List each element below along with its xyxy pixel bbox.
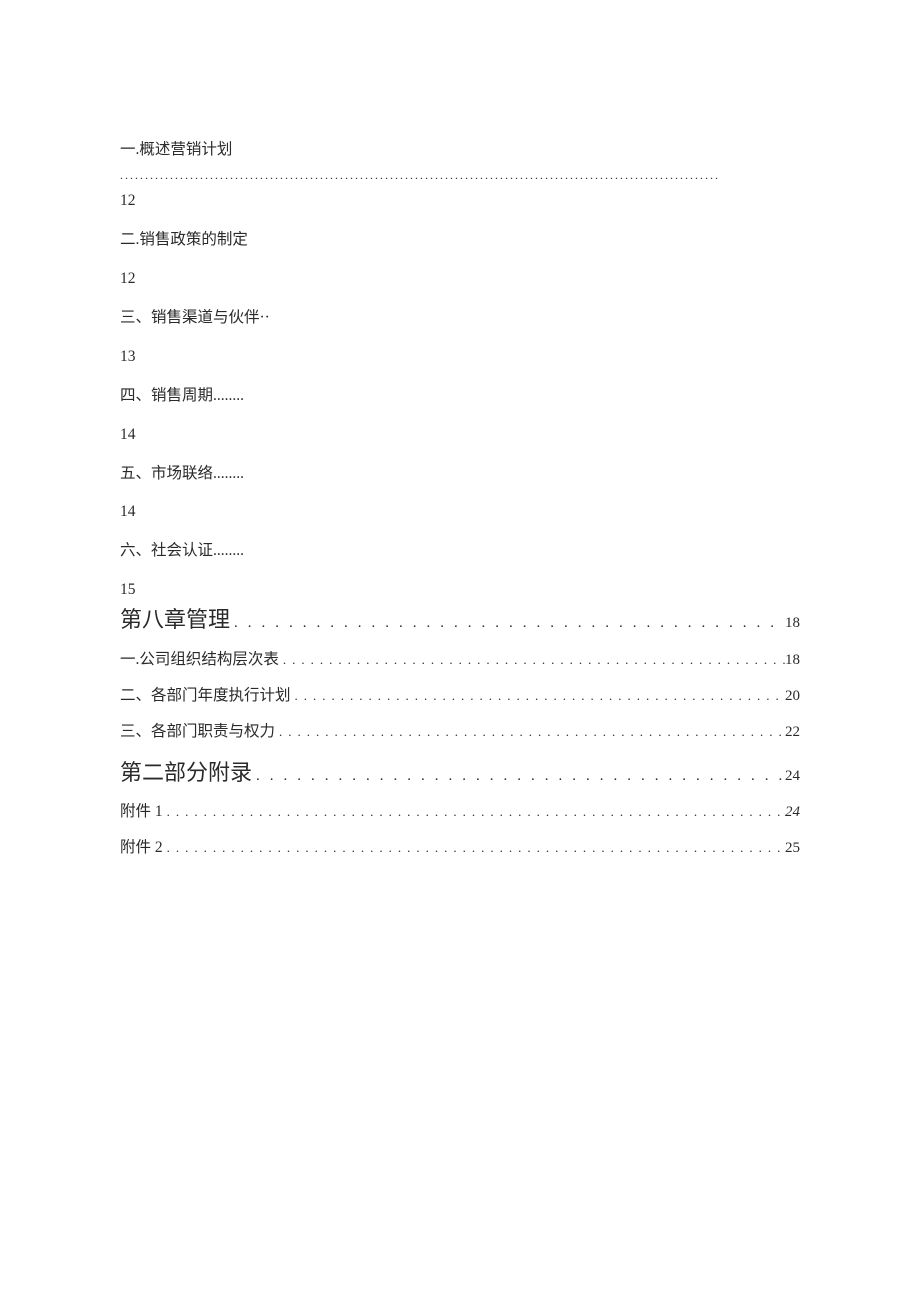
toc-row: 附件 1 ...................................… — [120, 802, 800, 823]
toc-simple-entry: 一.概述营销计划 ...............................… — [120, 140, 800, 212]
toc-row-page: 20 — [785, 686, 800, 706]
toc-entry-title: 六、社会认证........ — [120, 541, 800, 562]
toc-row-page: 25 — [785, 838, 800, 858]
toc-simple-entry: 五、市场联络........ 14 — [120, 464, 800, 524]
toc-row-title: 第二部分附录 — [120, 758, 252, 788]
toc-row-page: 18 — [785, 613, 800, 633]
toc-entry-title: 四、销售周期........ — [120, 386, 800, 407]
toc-simple-entry: 二.销售政策的制定 12 — [120, 230, 800, 290]
toc-simple-entry: 六、社会认证........ 15 — [120, 541, 800, 601]
toc-entry-page: 14 — [120, 425, 800, 446]
toc-entry-title: 五、市场联络........ — [120, 464, 800, 485]
toc-row: 一.公司组织结构层次表 ............................… — [120, 650, 800, 671]
toc-simple-entry: 四、销售周期........ 14 — [120, 386, 800, 446]
toc-row: 二、各部门年度执行计划 ............................… — [120, 686, 800, 707]
toc-leader-dots: ........................................… — [230, 613, 785, 633]
toc-leader-dots: ........................................… — [163, 839, 785, 857]
toc-entry-title: 一.概述营销计划 — [120, 140, 800, 161]
toc-leader-dots: ........................................… — [275, 723, 785, 741]
toc-leader-dots: ........................................… — [252, 766, 785, 786]
toc-row-title: 一.公司组织结构层次表 — [120, 650, 279, 671]
toc-row: 附件 2 ...................................… — [120, 838, 800, 859]
toc-row-title: 第八章管理 — [120, 605, 230, 635]
toc-leader-dots: ........................................… — [291, 687, 785, 705]
toc-row-page: 22 — [785, 722, 800, 742]
toc-row-page: 18 — [785, 650, 800, 670]
toc-heading-row: 第八章管理 ..................................… — [120, 605, 800, 635]
toc-entry-page: 15 — [120, 580, 800, 601]
toc-row-page: 24 — [785, 802, 800, 822]
toc-entry-page: 13 — [120, 347, 800, 368]
toc-entry-title: 三、销售渠道与伙伴·· — [120, 308, 800, 329]
toc-entry-page: 12 — [120, 269, 800, 290]
toc-row-title: 附件 2 — [120, 838, 163, 859]
toc-row: 三、各部门职责与权力 .............................… — [120, 722, 800, 743]
document-page: 一.概述营销计划 ...............................… — [0, 0, 920, 859]
toc-row-title: 三、各部门职责与权力 — [120, 722, 275, 743]
toc-entry-page: 12 — [120, 191, 800, 212]
toc-row-title: 二、各部门年度执行计划 — [120, 686, 291, 707]
toc-entry-title: 二.销售政策的制定 — [120, 230, 800, 251]
toc-row-page: 24 — [785, 766, 800, 786]
toc-leader-dots: ........................................… — [279, 651, 785, 669]
toc-leader-dots: ........................................… — [163, 803, 785, 821]
toc-heading-row: 第二部分附录 .................................… — [120, 758, 800, 788]
toc-entry-page: 14 — [120, 502, 800, 523]
toc-simple-entry: 三、销售渠道与伙伴·· 13 — [120, 308, 800, 368]
toc-row-title: 附件 1 — [120, 802, 163, 823]
toc-leader-dots: ........................................… — [120, 167, 800, 183]
